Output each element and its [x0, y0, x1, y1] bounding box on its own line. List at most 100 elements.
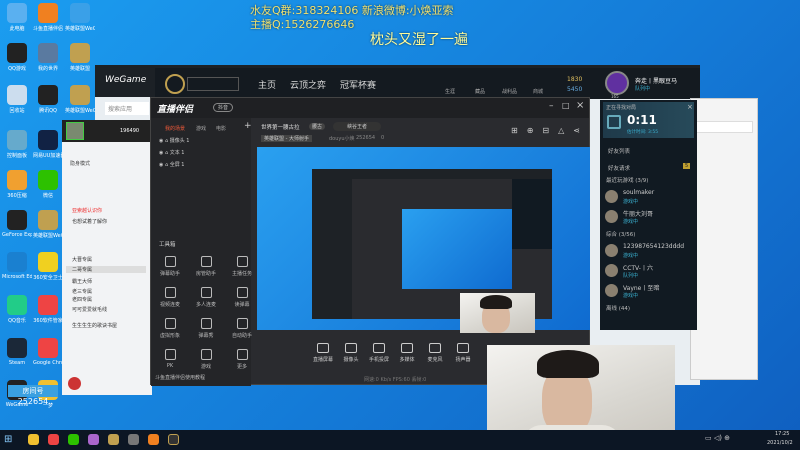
clock-time[interactable]: 17:25 — [775, 431, 789, 437]
tray-icons[interactable]: ▭ ◁) ⊕ — [705, 434, 730, 442]
tab-my-scenes[interactable]: 我的场景 — [165, 125, 185, 132]
friend-group-header[interactable]: 综合 (3/56) — [606, 230, 635, 238]
friend-item[interactable]: Vayne丨至暗 游戏中 — [605, 282, 695, 302]
qq-avatar[interactable] — [66, 122, 84, 140]
friend-item[interactable]: 牛丽大刘哥 游戏中 — [605, 208, 695, 228]
bottom-toolbar-button[interactable]: 直播屏幕 — [308, 343, 338, 363]
desktop-icon[interactable]: 腾讯QQ — [33, 85, 63, 114]
tool-button[interactable]: 更多 — [227, 349, 257, 370]
friend-item[interactable]: soulmaker 游戏中 — [605, 188, 695, 208]
close-icon[interactable]: × — [576, 100, 584, 111]
taskbar-app-icon[interactable] — [68, 434, 79, 445]
nav-collection[interactable]: 藏品 — [475, 88, 485, 95]
desktop-icon[interactable]: 斗鱼直播伴侣 — [33, 3, 63, 32]
player-avatar[interactable] — [605, 71, 629, 95]
taskbar-app-icon[interactable] — [108, 434, 119, 445]
qq-list-item[interactable]: 生生生生的歌诀书屋 — [72, 322, 117, 329]
tool-button[interactable]: 多人连麦 — [191, 287, 221, 308]
bottom-toolbar-button[interactable]: 麦克风 — [420, 343, 450, 363]
tool-button[interactable]: 房管助手 — [191, 256, 221, 277]
wegame-search[interactable]: 搜索应用 — [105, 102, 149, 115]
taskbar-app-icon[interactable] — [128, 434, 139, 445]
source-item[interactable]: ◉ ⌂ 全屏 1 — [159, 161, 185, 168]
taskbar-app-icon[interactable] — [48, 434, 59, 445]
stream-preview[interactable] — [257, 147, 590, 330]
close-icon[interactable]: × — [687, 103, 693, 111]
tool-button[interactable]: 自动助手 — [227, 318, 257, 339]
nav-profile[interactable]: 生涯 — [445, 88, 455, 95]
qq-list-item[interactable]: 霸王大师 — [72, 278, 92, 285]
desktop-icon[interactable]: 英雄联盟WeGame版 — [65, 3, 95, 32]
desktop-icon[interactable]: QQ游戏 — [2, 43, 32, 72]
minimize-icon[interactable]: – — [549, 101, 554, 111]
bottom-toolbar-button[interactable]: 多媒体 — [392, 343, 422, 363]
source-item[interactable]: ◉ ⌂ 摄像头 1 — [159, 137, 190, 144]
desktop-icon[interactable]: 微信 — [33, 170, 63, 199]
chat-search-input[interactable] — [695, 121, 753, 133]
desktop-icon[interactable]: 回收站 — [2, 85, 32, 114]
qq-list-item[interactable]: 大晋专属 — [72, 256, 92, 263]
desktop-icon[interactable]: 网易UU加速器 — [33, 130, 63, 159]
friend-requests[interactable]: 好友请求 — [608, 164, 630, 172]
maximize-icon[interactable]: □ — [562, 101, 570, 110]
qq-list-item[interactable]: 也想试着了解你 — [72, 218, 107, 225]
desktop-icon[interactable]: 360软件管家 — [33, 295, 63, 324]
bottom-toolbar-button[interactable]: 扬声器 — [448, 343, 478, 363]
desktop-icon[interactable]: 360压缩 — [2, 170, 32, 199]
taskbar-app-icon[interactable] — [168, 434, 179, 445]
lol-play-button[interactable] — [187, 77, 239, 91]
start-button[interactable]: ⊞ — [4, 434, 12, 445]
desktop-icon[interactable]: 英雄联盟WeGame版 — [33, 210, 63, 239]
header-action-icons[interactable]: ⊞⊕⊟△⋖ — [511, 126, 589, 135]
nav-cup[interactable]: 冠军杯赛 — [340, 78, 376, 91]
taskbar-app-icon[interactable] — [88, 434, 99, 445]
qq-list-item[interactable]: 可可爱爱就毛线 — [72, 306, 107, 313]
announcement-field[interactable]: 峡谷王者 — [333, 122, 382, 131]
desktop-icon[interactable]: 此电脑 — [2, 3, 32, 32]
desktop-icon[interactable]: 英雄联盟 — [65, 43, 95, 72]
bottom-toolbar-button[interactable]: 摄像头 — [336, 343, 366, 363]
tool-button[interactable]: 读弹幕 — [227, 287, 257, 308]
nav-store[interactable]: 商城 — [533, 88, 543, 95]
qq-user-avatar[interactable] — [68, 377, 81, 390]
friend-group-header[interactable]: 最近玩游戏 (3/9) — [606, 176, 648, 184]
nav-home[interactable]: 主页 — [258, 78, 276, 91]
tutorial-tip[interactable]: 斗鱼直播伴侣使用教程 — [155, 374, 205, 381]
category-selector[interactable]: 英雄联盟 - 大师射手 — [261, 135, 312, 142]
tool-button[interactable]: PK — [155, 349, 185, 369]
desktop-icon[interactable]: Google Chrome — [33, 338, 63, 366]
taskbar-app-icon[interactable] — [28, 434, 39, 445]
room-tag[interactable]: 腰古 — [309, 123, 326, 130]
nav-tft[interactable]: 云顶之弈 — [290, 78, 326, 91]
add-scene-icon[interactable]: + — [244, 121, 252, 131]
nav-loot[interactable]: 战利品 — [502, 88, 517, 95]
tool-button[interactable]: 主播任务 — [227, 256, 257, 277]
tool-button[interactable]: 游戏 — [191, 349, 221, 370]
friend-item[interactable]: CCTV-丨六 队列中 — [605, 262, 695, 282]
desktop-icon[interactable]: 360安全卫士 — [33, 252, 63, 281]
qq-list-item[interactable]: 老四专属 — [72, 296, 92, 303]
tool-button[interactable]: 弹幕秀 — [191, 318, 221, 339]
tool-button[interactable]: 视频连麦 — [155, 287, 185, 308]
desktop-icon[interactable]: 英雄联盟WeGame版 — [65, 85, 95, 114]
qq-list-item[interactable]: 二哥专属 — [66, 266, 146, 273]
tab-movies[interactable]: 电影 — [216, 125, 226, 132]
desktop-icon[interactable]: Steam — [2, 338, 32, 366]
bottom-toolbar-button[interactable]: 手机投屏 — [364, 343, 394, 363]
qq-list-item[interactable]: 亚索越认识你 — [72, 207, 102, 214]
clock-date[interactable]: 2021/10/2 — [767, 440, 793, 446]
desktop-icon[interactable]: Microsoft Edge — [2, 252, 32, 280]
tool-button[interactable]: 虚拟形象 — [155, 318, 185, 339]
source-item[interactable]: ◉ ⌂ 文本 1 — [159, 149, 185, 156]
friend-group-header[interactable]: 离线 (44) — [606, 304, 630, 312]
version-badge[interactable]: 抖音 — [213, 103, 234, 112]
qq-list-item[interactable]: 老三专属 — [72, 288, 92, 295]
taskbar-app-icon[interactable] — [148, 434, 159, 445]
friend-item[interactable]: 123987654123dddd 游戏中 — [605, 242, 695, 262]
tool-button[interactable]: 弹幕助手 — [155, 256, 185, 277]
desktop-icon[interactable]: 控制面板 — [2, 130, 32, 159]
desktop-icon[interactable]: 我的世界 — [33, 43, 63, 72]
tab-games[interactable]: 游戏 — [196, 125, 206, 132]
desktop-icon[interactable]: QQ音乐 — [2, 295, 32, 324]
desktop-icon[interactable]: GeForce Experience — [2, 210, 32, 238]
